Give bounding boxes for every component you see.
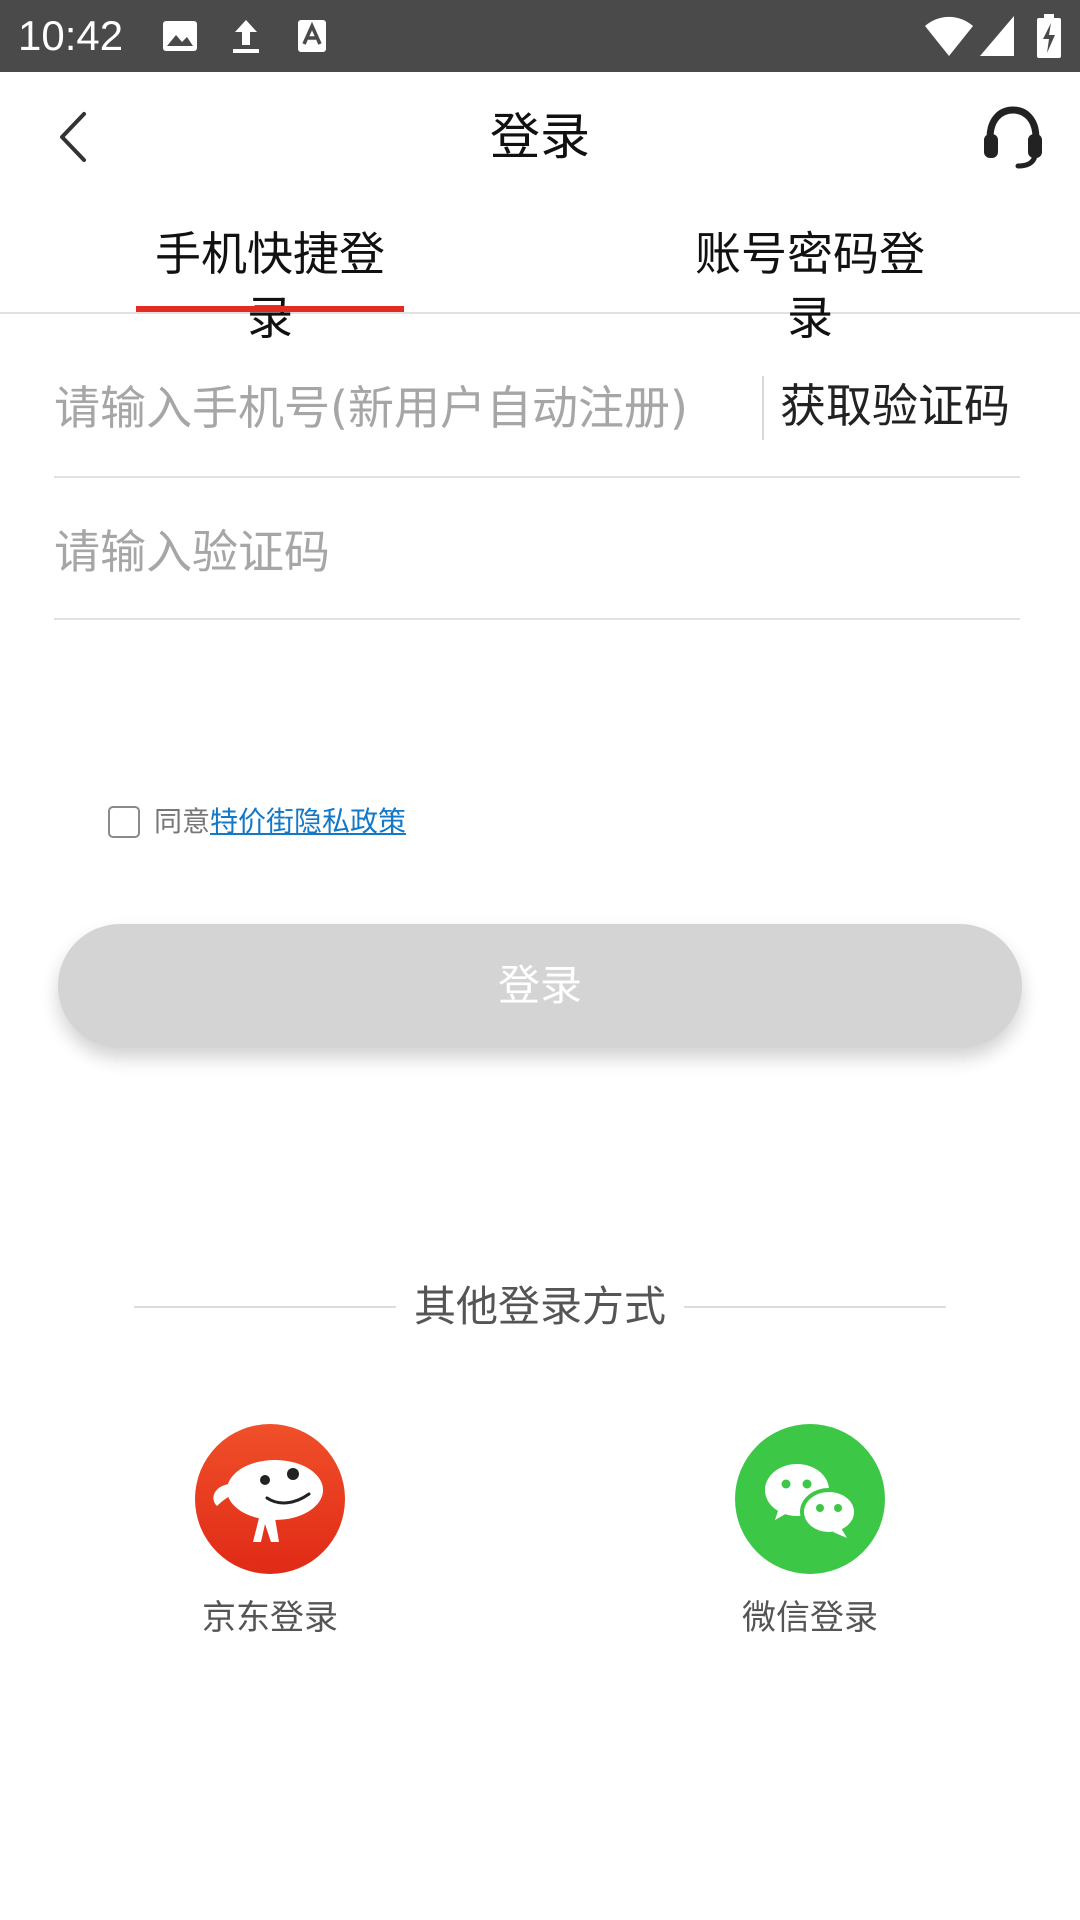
login-screen: 10:42 登录 手机快捷登录 账号密码登录 请输入手机号(新用户自动注册) 获… [0, 0, 1080, 1920]
other-login-divider: 其他登录方式 [134, 1280, 946, 1334]
signal-icon [980, 16, 1014, 56]
image-icon [163, 21, 197, 51]
page-title: 登录 [490, 108, 590, 166]
font-icon [298, 20, 326, 52]
active-tab-indicator [136, 306, 404, 312]
login-button[interactable]: 登录 [58, 924, 1022, 1048]
wechat-icon [735, 1424, 885, 1574]
divider-line-left [134, 1306, 396, 1308]
privacy-policy-link[interactable]: 特价街隐私政策 [210, 805, 406, 838]
status-time: 10:42 [18, 12, 124, 59]
code-row [54, 478, 1020, 620]
phone-input[interactable] [54, 368, 754, 448]
get-code-button[interactable]: 获取验证码 [780, 374, 1010, 438]
jd-login-label: 京东登录 [202, 1598, 338, 1638]
agreement-text: 同意特价街隐私政策 [154, 802, 406, 842]
verification-code-input[interactable] [54, 512, 954, 592]
vertical-divider [762, 376, 764, 440]
status-bar: 10:42 [0, 0, 1080, 72]
headset-icon[interactable] [978, 102, 1048, 172]
divider-line-right [684, 1306, 946, 1308]
agree-checkbox[interactable] [108, 806, 140, 838]
wechat-login-button[interactable]: 微信登录 [710, 1424, 910, 1644]
wifi-icon [925, 16, 973, 56]
tab-password-login[interactable]: 账号密码登录 [675, 222, 945, 345]
jd-dog-icon [195, 1424, 345, 1574]
other-login-title: 其他登录方式 [413, 1282, 666, 1331]
header: 登录 [0, 72, 1080, 202]
phone-row: 获取验证码 [54, 338, 1020, 478]
agreement-prefix: 同意 [154, 805, 211, 838]
battery-charging-icon [1037, 14, 1061, 58]
upload-icon [233, 20, 259, 53]
tab-quick-login[interactable]: 手机快捷登录 [136, 222, 404, 345]
wechat-login-label: 微信登录 [742, 1598, 878, 1638]
jd-login-button[interactable]: 京东登录 [170, 1424, 370, 1644]
login-tabs: 手机快捷登录 账号密码登录 [0, 202, 1080, 345]
